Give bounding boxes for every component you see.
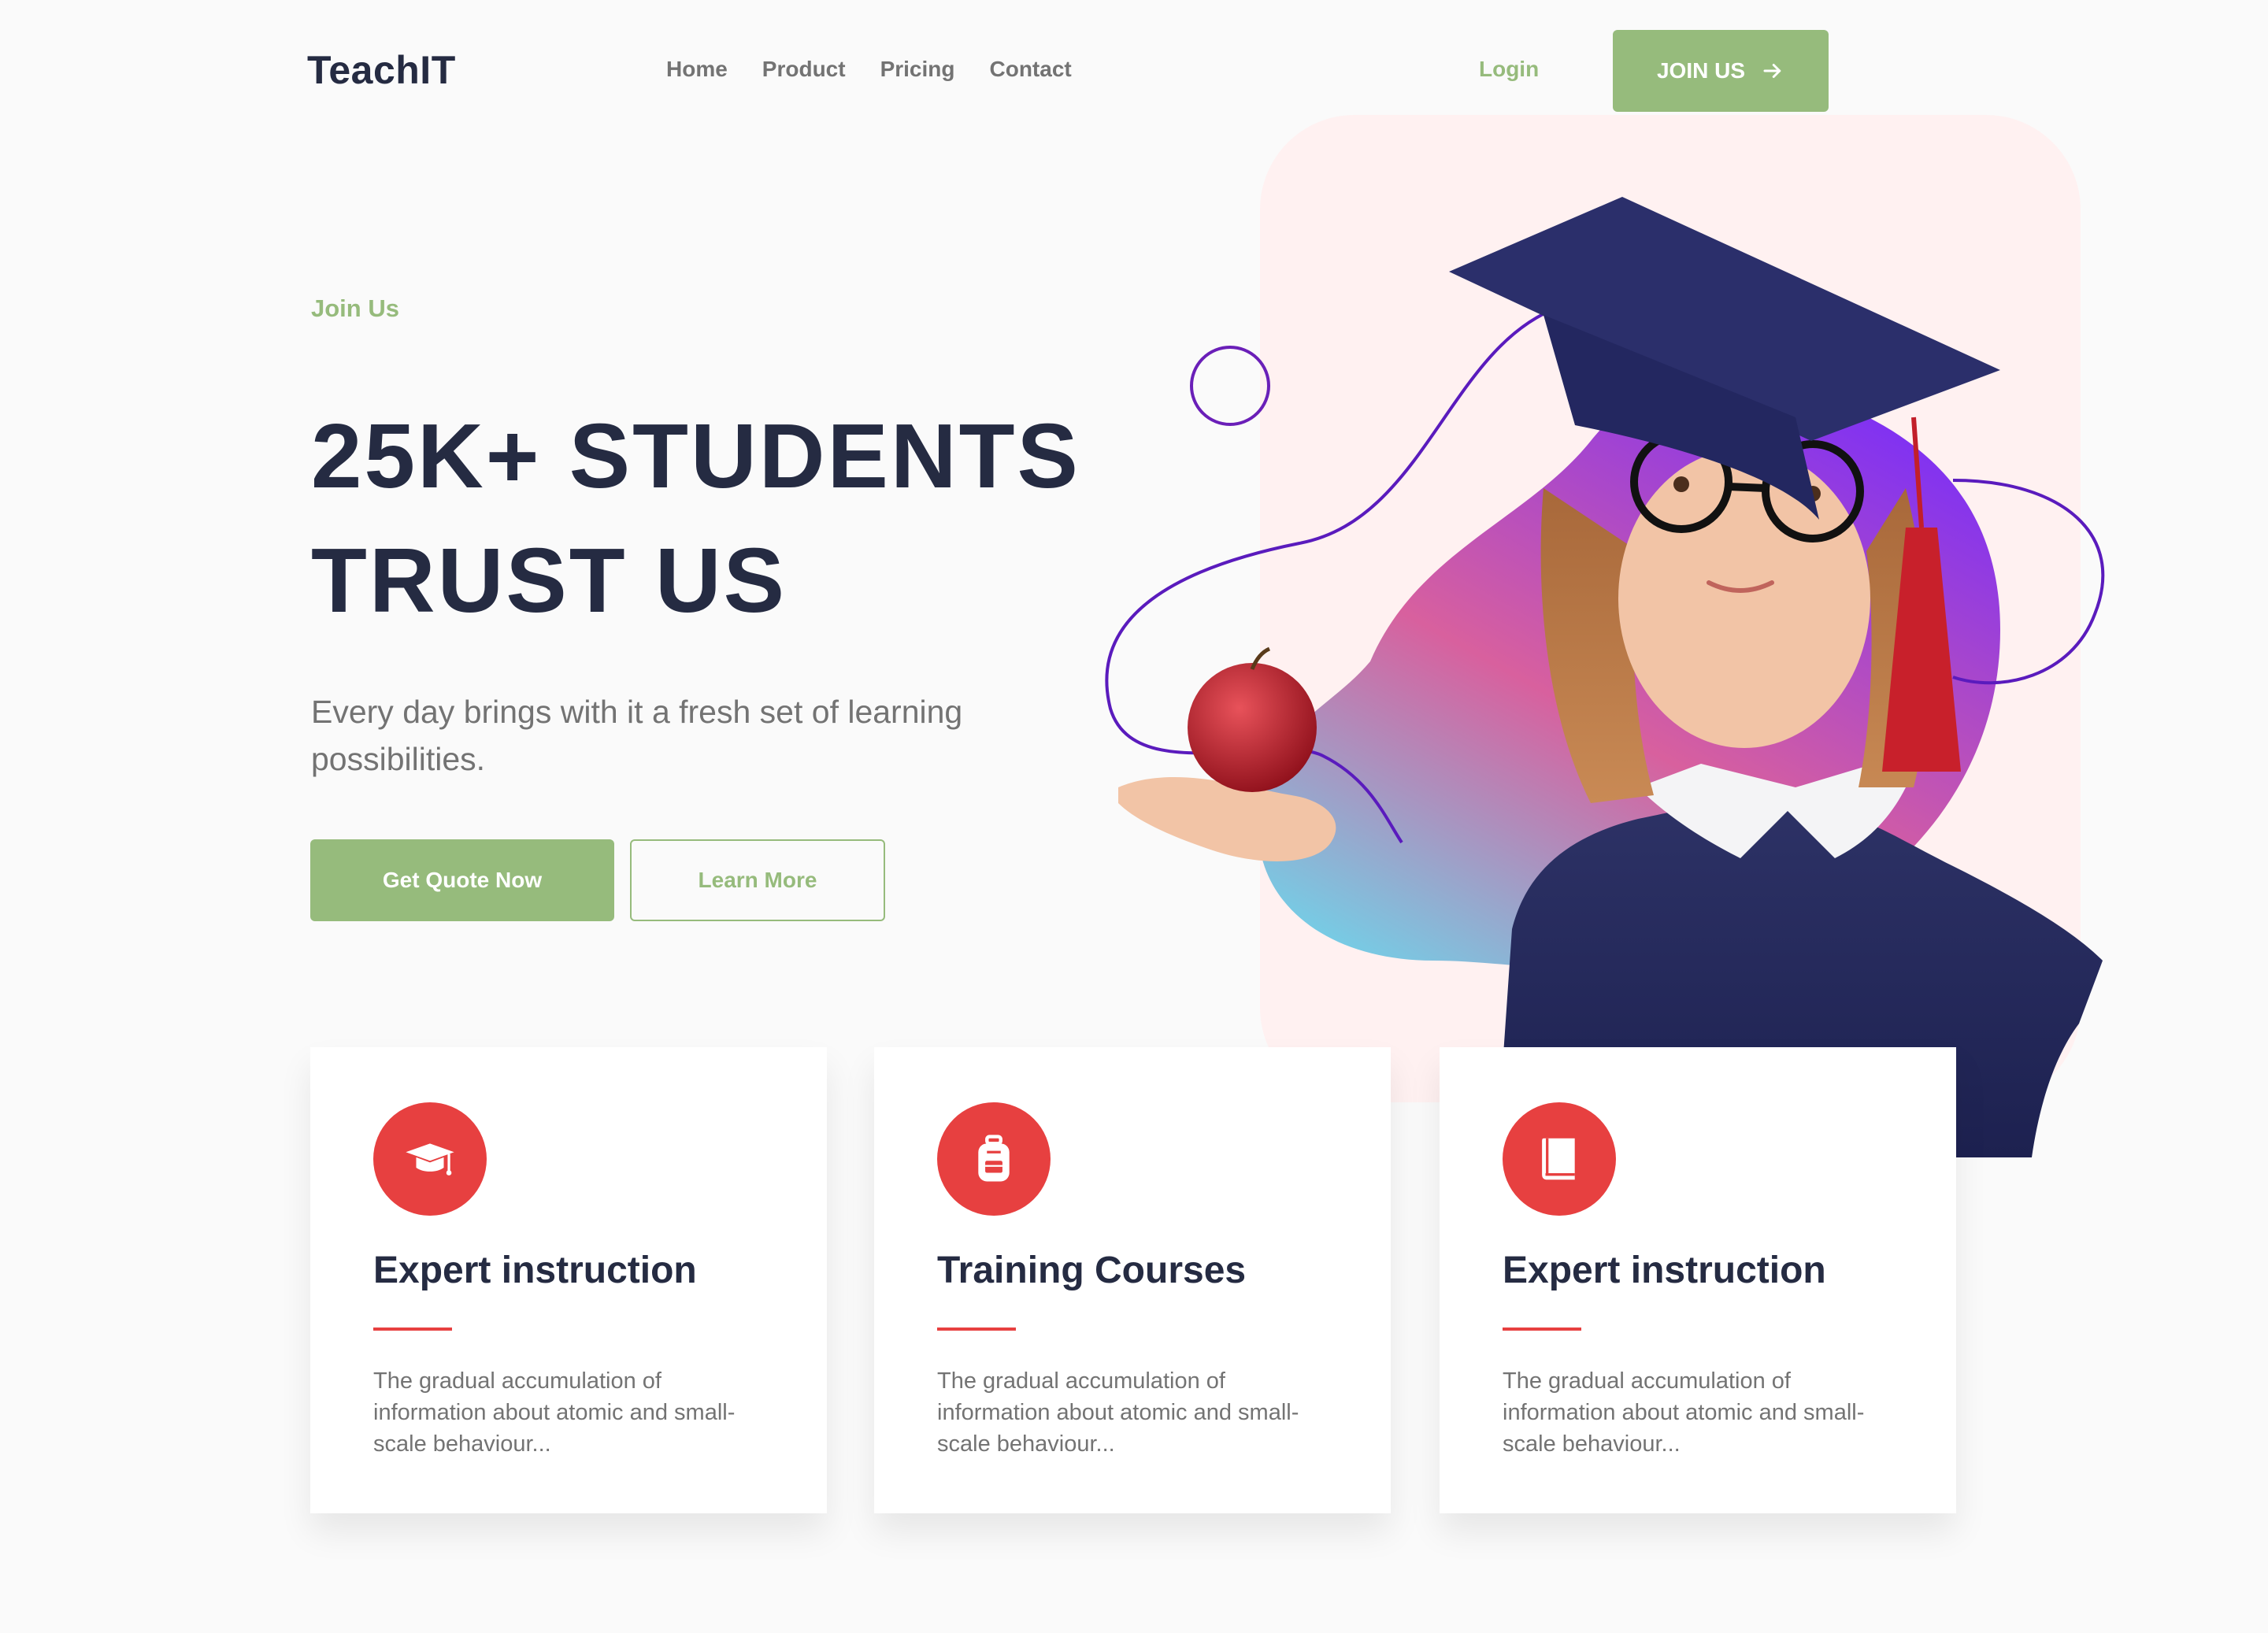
apple [1188, 663, 1317, 792]
feature-icon-circle [373, 1102, 487, 1216]
book-icon [1542, 1138, 1575, 1180]
feature-description: The gradual accumulation of information … [1503, 1368, 1865, 1457]
nav-item-pricing[interactable]: Pricing [880, 57, 955, 82]
feature-card[interactable]: Expert instruction The gradual accumulat… [1440, 1047, 1956, 1513]
backpack-icon [978, 1135, 1010, 1182]
hero-title: 25K+ STUDENTS TRUST US [311, 394, 1177, 642]
learn-more-button[interactable]: Learn More [630, 839, 885, 921]
feature-title: Expert instruction [1503, 1250, 1826, 1291]
landing-page: TeachIT Home Product Pricing Contact Log… [0, 0, 2268, 1633]
hero-title-line1: 25K+ STUDENTS [311, 405, 1080, 507]
login-link[interactable]: Login [1479, 57, 1539, 82]
feature-icon-circle [937, 1102, 1051, 1216]
feature-icon-circle [1503, 1102, 1616, 1216]
feature-divider [373, 1328, 452, 1331]
feature-description: The gradual accumulation of information … [937, 1368, 1299, 1457]
nav-item-home[interactable]: Home [666, 57, 728, 82]
feature-divider [1503, 1328, 1581, 1331]
join-us-button[interactable]: JOIN US [1613, 30, 1829, 112]
feature-title: Expert instruction [373, 1250, 697, 1291]
feature-title: Training Courses [937, 1250, 1247, 1291]
nav-item-contact[interactable]: Contact [990, 57, 1072, 82]
face [1618, 449, 1870, 748]
join-us-label: JOIN US [1656, 58, 1746, 83]
decor-circle [1190, 346, 1270, 426]
hero-subtitle: Every day brings with it a fresh set of … [311, 694, 963, 777]
nav-item-product[interactable]: Product [762, 57, 846, 82]
feature-card[interactable]: Training Courses The gradual accumulatio… [874, 1047, 1391, 1513]
hero-title-line2: TRUST US [311, 529, 787, 631]
get-quote-button[interactable]: Get Quote Now [310, 839, 614, 921]
feature-divider [937, 1328, 1016, 1331]
main-nav: Home Product Pricing Contact [666, 57, 1072, 82]
feature-description: The gradual accumulation of information … [373, 1368, 736, 1457]
graduation-cap-icon [406, 1143, 454, 1176]
arrow-right-icon [1763, 64, 1781, 78]
brand-logo[interactable]: TeachIT [307, 47, 456, 93]
hero-eyebrow: Join Us [311, 294, 399, 322]
feature-card[interactable]: Expert instruction The gradual accumulat… [310, 1047, 827, 1513]
